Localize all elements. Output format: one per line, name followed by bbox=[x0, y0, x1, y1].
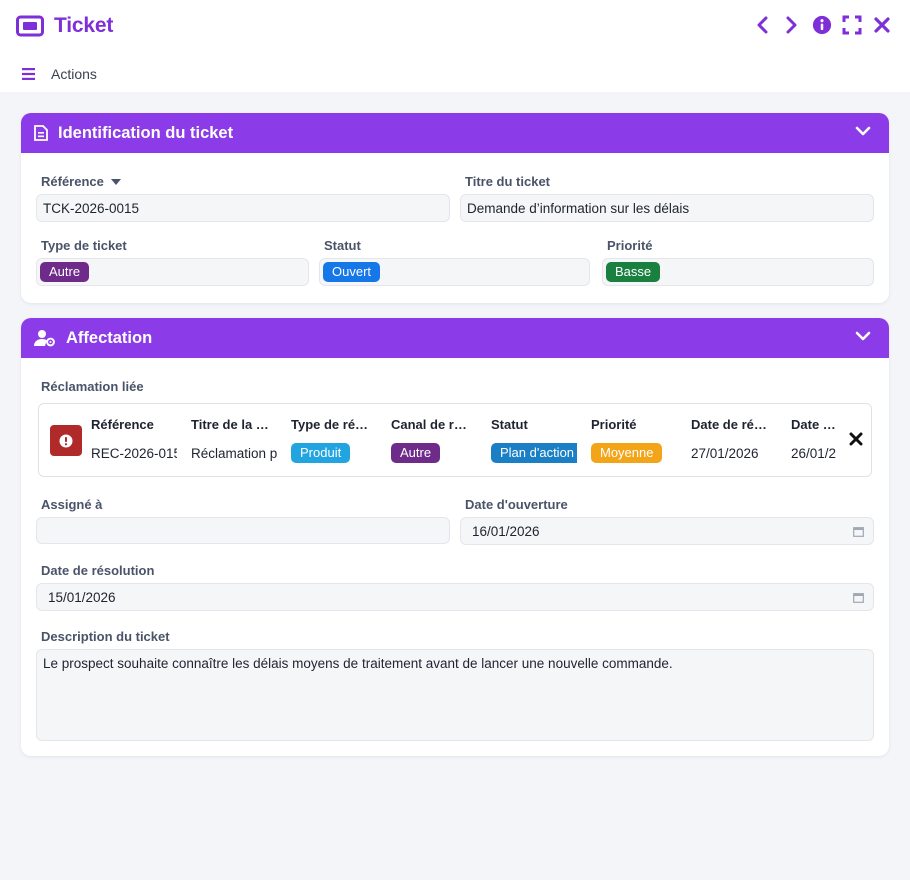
opening-date-field[interactable]: 16/01/2026 bbox=[460, 517, 874, 545]
opening-date-label: Date d'ouverture bbox=[465, 497, 568, 512]
linked-col-type: Type de ré… Produit bbox=[291, 417, 377, 463]
linked-col-priority: Priorité Moyenne bbox=[591, 417, 677, 463]
linked-value-title: Réclamation p bbox=[191, 445, 277, 461]
linked-header-status: Statut bbox=[491, 417, 528, 432]
linked-header-date2: Date de bbox=[791, 417, 837, 432]
linked-header-priority: Priorité bbox=[591, 417, 637, 432]
remove-link-icon[interactable] bbox=[849, 432, 863, 446]
chevron-right-icon[interactable] bbox=[782, 14, 802, 36]
linked-col-status: Statut Plan d'action bbox=[491, 417, 577, 463]
chevron-left-icon[interactable] bbox=[752, 14, 772, 36]
linked-header-date1: Date de ré… bbox=[691, 417, 767, 432]
description-field[interactable]: Le prospect souhaite connaître les délai… bbox=[36, 649, 874, 741]
ticket-type-label: Type de ticket bbox=[41, 238, 127, 253]
linked-col-reference: Référence REC-2026-015 bbox=[91, 417, 177, 463]
identification-card: Identification du ticket Référence TCK-2… bbox=[21, 113, 889, 303]
reference-label: Référence bbox=[41, 174, 104, 189]
window-title: Ticket bbox=[54, 14, 114, 37]
linked-col-title: Titre de la … Réclamation p bbox=[191, 417, 277, 463]
resolution-date-field[interactable]: 15/01/2026 bbox=[36, 583, 874, 611]
actions-menu[interactable]: Actions bbox=[22, 66, 97, 82]
affectation-header[interactable]: Affectation bbox=[21, 318, 889, 358]
reference-field[interactable]: TCK-2026-0015 bbox=[36, 194, 450, 222]
ticket-type-badge: Autre bbox=[40, 262, 90, 282]
linked-header-channel: Canal de r… bbox=[391, 417, 467, 432]
description-value: Le prospect souhaite connaître les délai… bbox=[43, 656, 673, 671]
assigned-field[interactable] bbox=[36, 517, 450, 544]
status-field[interactable]: Ouvert bbox=[319, 258, 590, 286]
description-label: Description du ticket bbox=[41, 629, 170, 644]
sort-down-icon bbox=[110, 178, 121, 185]
affectation-card: Affectation Réclamation liée Référence R… bbox=[21, 318, 889, 756]
linked-header-reference: Référence bbox=[91, 417, 154, 432]
affectation-title: Affectation bbox=[66, 328, 153, 347]
linked-priority-badge: Moyenne bbox=[591, 443, 663, 463]
ticket-title-value: Demande d’information sur les délais bbox=[467, 200, 690, 216]
reference-label-wrap[interactable]: Référence bbox=[41, 174, 121, 189]
linked-col-date2: Date de 26/01/2 bbox=[791, 417, 837, 463]
document-icon bbox=[34, 125, 48, 141]
window-header: Ticket Actions bbox=[0, 0, 910, 92]
linked-type-badge: Produit bbox=[291, 443, 351, 463]
calendar-icon[interactable] bbox=[853, 526, 864, 537]
priority-badge: Basse bbox=[606, 262, 661, 282]
info-icon[interactable] bbox=[812, 14, 832, 36]
identification-title: Identification du ticket bbox=[58, 123, 234, 142]
linked-claim-label: Réclamation liée bbox=[41, 379, 144, 394]
ticket-icon bbox=[16, 15, 44, 37]
resolution-date-label: Date de résolution bbox=[41, 563, 155, 578]
calendar-icon[interactable] bbox=[853, 592, 864, 603]
linked-header-type: Type de ré… bbox=[291, 417, 369, 432]
linked-channel-badge: Autre bbox=[391, 443, 441, 463]
alert-icon bbox=[50, 425, 82, 456]
linked-value-date1: 27/01/2026 bbox=[691, 445, 759, 461]
expand-icon[interactable] bbox=[842, 14, 862, 36]
linked-value-date2: 26/01/2 bbox=[791, 445, 837, 461]
opening-date-value: 16/01/2026 bbox=[472, 523, 540, 539]
linked-col-channel: Canal de r… Autre bbox=[391, 417, 477, 463]
status-label: Statut bbox=[324, 238, 361, 253]
linked-header-title: Titre de la … bbox=[191, 417, 269, 432]
chevron-down-icon[interactable] bbox=[855, 125, 871, 137]
assigned-label: Assigné à bbox=[41, 497, 103, 512]
resolution-date-value: 15/01/2026 bbox=[48, 589, 116, 605]
ticket-title-field[interactable]: Demande d’information sur les délais bbox=[460, 194, 874, 222]
chevron-down-icon[interactable] bbox=[855, 330, 871, 342]
priority-label: Priorité bbox=[607, 238, 653, 253]
linked-value-reference: REC-2026-015 bbox=[91, 445, 177, 461]
linked-col-date1: Date de ré… 27/01/2026 bbox=[691, 417, 777, 463]
ticket-type-field[interactable]: Autre bbox=[36, 258, 309, 286]
linked-claim-row[interactable]: Référence REC-2026-015 Titre de la … Réc… bbox=[38, 403, 872, 477]
window-controls bbox=[752, 14, 892, 36]
priority-field[interactable]: Basse bbox=[602, 258, 874, 286]
title-row: Ticket bbox=[16, 13, 113, 39]
linked-status-badge: Plan d'action bbox=[491, 443, 577, 463]
status-badge: Ouvert bbox=[323, 262, 381, 282]
ticket-title-label: Titre du ticket bbox=[465, 174, 551, 189]
actions-label: Actions bbox=[51, 66, 97, 82]
close-icon[interactable] bbox=[872, 14, 892, 36]
user-gear-icon bbox=[34, 330, 55, 347]
menu-icon bbox=[22, 68, 35, 80]
reference-value: TCK-2026-0015 bbox=[43, 200, 140, 216]
identification-header[interactable]: Identification du ticket bbox=[21, 113, 889, 153]
